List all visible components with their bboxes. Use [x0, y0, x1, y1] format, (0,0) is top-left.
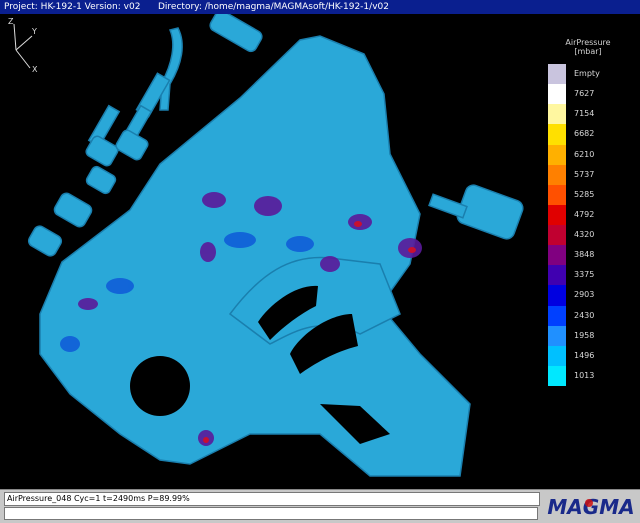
3d-viewport[interactable]: AirPressure [mbar] Empty 7627 7154 6682 6210…: [0, 14, 640, 489]
legend-swatch: [548, 285, 566, 306]
legend-label: 5285: [574, 189, 595, 199]
legend-color-bar: [548, 64, 566, 386]
legend-label: Empty: [574, 69, 600, 79]
legend-label: 6682: [574, 129, 595, 139]
legend-label: 7154: [574, 109, 595, 119]
legend-label: 6210: [574, 149, 595, 159]
legend-swatch: [548, 164, 566, 185]
legend-swatch: [548, 124, 566, 145]
legend-title: AirPressure [mbar]: [548, 38, 628, 56]
legend-swatch: [548, 204, 566, 225]
application-window: Project: HK-192-1 Version: v02 Directory…: [0, 0, 640, 523]
legend-swatch: [548, 84, 566, 105]
legend-swatch: [548, 305, 566, 326]
axis-triad-icon: Z Y X: [8, 17, 38, 74]
legend-swatch: [548, 104, 566, 125]
legend-label: 3848: [574, 250, 595, 260]
status-input-line[interactable]: [4, 507, 538, 520]
casting-render[interactable]: [0, 14, 640, 489]
legend-label: 2430: [574, 310, 595, 320]
legend-swatch: [548, 245, 566, 266]
legend-label: 1496: [574, 350, 595, 360]
legend-swatch: [548, 64, 566, 85]
legend-title-unit: [mbar]: [574, 47, 602, 56]
legend-label: 4320: [574, 230, 595, 240]
axis-z-label: Z: [8, 17, 14, 26]
legend-label: 4792: [574, 209, 595, 219]
axis-y-label: Y: [31, 27, 37, 36]
legend-swatch: [548, 325, 566, 346]
project-label: Project: HK-192-1 Version: v02: [4, 2, 141, 12]
axis-x-label: X: [32, 65, 38, 74]
title-bar: Project: HK-192-1 Version: v02 Directory…: [0, 0, 640, 14]
legend-label: 1013: [574, 370, 595, 380]
logo-accent: [585, 499, 593, 507]
logo-wordmark: MAGMA: [547, 495, 634, 519]
legend-swatch: [548, 144, 566, 165]
legend-label: 3375: [574, 270, 595, 280]
legend-label: 7627: [574, 89, 595, 99]
legend-swatch: [548, 365, 566, 386]
legend-label: 2903: [574, 290, 595, 300]
legend-label: 1958: [574, 330, 595, 340]
legend-label: 5737: [574, 169, 595, 179]
legend-swatch: [548, 265, 566, 286]
legend-title-quantity: AirPressure: [565, 38, 611, 47]
magma-logo: MAGMA: [547, 495, 634, 519]
status-message: AirPressure_048 Cyc=1 t=2490ms P=89.99%: [4, 492, 540, 506]
legend-swatch: [548, 345, 566, 366]
legend-swatch: [548, 184, 566, 205]
legend-swatch: [548, 225, 566, 246]
directory-label: Directory: /home/magma/MAGMAsoft/HK-192-…: [158, 2, 389, 12]
